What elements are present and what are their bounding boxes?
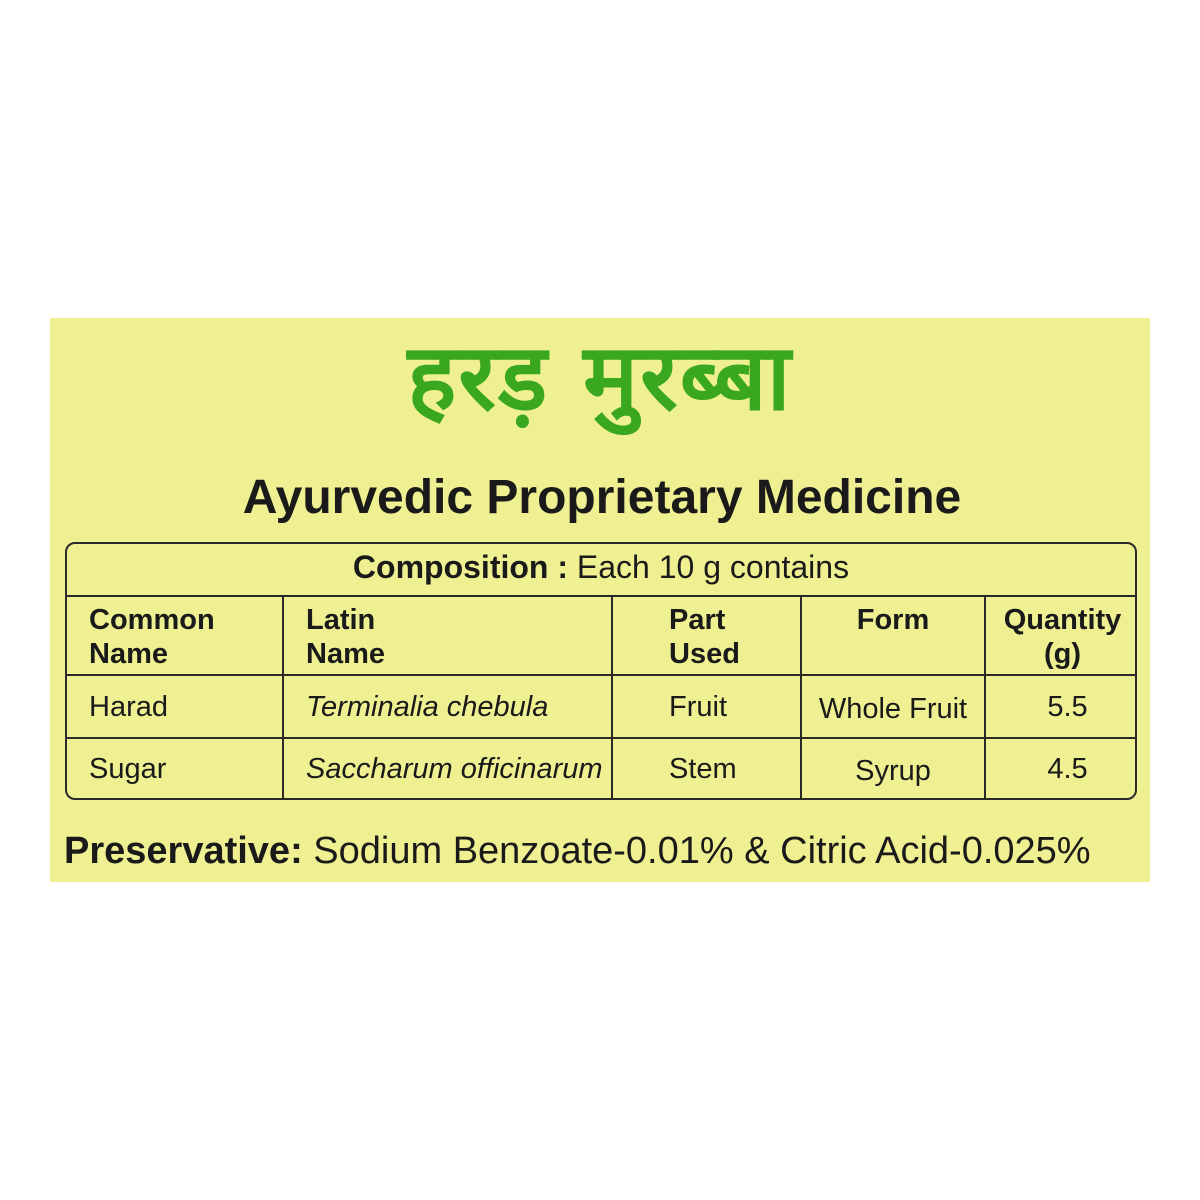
composition-label: Composition : [352,549,568,585]
header-common-name: Common Name [89,604,215,670]
row-2-part-used: Stem [669,753,737,785]
preservative-text: Sodium Benzoate-0.01% & Citric Acid-0.02… [313,830,1091,872]
composition-text: Each 10 g contains [576,549,850,585]
product-title-hindi: हरड़ मुरब्बा [407,324,793,431]
preservative-label: Preservative: [64,830,303,872]
row-2-latin-name: Saccharum officinarum [306,753,603,785]
preservative-line: Preservative: Sodium Benzoate-0.01% & Ci… [64,824,1091,878]
product-subtitle: Ayurvedic Proprietary Medicine [242,471,962,524]
column-divider [611,597,613,798]
row-1-quantity: 5.5 [1047,691,1088,723]
row-1-part-used: Fruit [669,691,727,723]
column-divider [282,597,284,798]
row-1-form: Whole Fruit [818,693,968,725]
composition-header: Composition : Each 10 g contains [67,544,1135,597]
header-part-used: Part Used [669,604,740,670]
composition-table: Composition : Each 10 g contains Common N… [65,542,1137,800]
row-2-quantity: 4.5 [1047,753,1088,785]
header-form: Form [856,604,930,636]
header-latin-name: Latin Name [306,604,385,670]
row-1-common-name: Harad [89,691,168,723]
row-1-latin-name: Terminalia chebula [306,691,549,723]
row-2-form: Syrup [855,755,931,787]
row-divider [67,674,1135,676]
row-divider [67,737,1135,739]
row-2-common-name: Sugar [89,753,167,785]
header-quantity: Quantity (g) [1003,604,1122,670]
